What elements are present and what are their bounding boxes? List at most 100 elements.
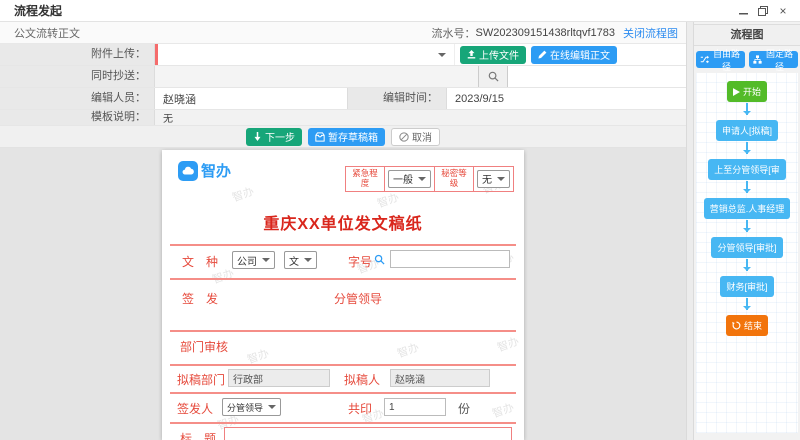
editor-label: 编辑人员： [0, 88, 155, 109]
flow-arrow-down [746, 259, 748, 271]
doc-type-select-2[interactable]: 文 [284, 251, 317, 269]
attachment-row: 附件上传： 上传文件 在线编辑正文 [0, 44, 686, 66]
divider [170, 364, 516, 366]
sign-label: 签 发 [182, 290, 218, 307]
upload-file-button[interactable]: 上传文件 [460, 46, 526, 64]
copies-unit: 份 [458, 400, 470, 417]
pencil-icon [538, 50, 547, 59]
drafter-label: 拟稿人 [344, 371, 380, 388]
flow-node-step-4[interactable]: 分管领导[审批] [711, 237, 782, 258]
section-title: 公文流转正文 [0, 25, 432, 41]
zihao-label: 字号 [348, 253, 372, 270]
online-edit-button[interactable]: 在线编辑正文 [531, 46, 617, 64]
close-flowchart-link[interactable]: 关闭流程图 [623, 25, 678, 41]
flow-node-label: 申请人[拟稿] [722, 124, 772, 137]
draft-dept-input [228, 369, 330, 387]
cancel-icon [399, 132, 409, 142]
flow-arrow-down [746, 142, 748, 154]
divider [170, 244, 516, 246]
window-titlebar: 流程发起 × [0, 0, 800, 22]
flow-node-step-3[interactable]: 营销总监.人事经理 [704, 198, 791, 219]
divider [170, 422, 516, 424]
editor-value: 赵晓涵 [155, 91, 196, 107]
flow-node-label: 上至分管领导[审 [714, 163, 780, 176]
restart-icon [732, 321, 741, 330]
free-path-button[interactable]: 自由路径 [696, 51, 745, 68]
divider [170, 392, 516, 394]
cancel-button[interactable]: 取消 [391, 128, 440, 146]
copies-label: 共印 [348, 400, 372, 417]
secrecy-label: 秘密等级 [438, 169, 470, 189]
chevron-down-icon [497, 177, 505, 181]
attachment-label: 附件上传： [0, 44, 155, 65]
flowchart-panel: 流程图 自由路径 固定路径 开始申请人[拟稿]上至分管领导[审营销总监.人事经理… [694, 22, 800, 440]
chevron-down-icon [262, 258, 270, 262]
panel-splitter[interactable] [686, 22, 694, 440]
sign-leader-label: 分管领导 [334, 290, 382, 307]
upload-icon [467, 50, 476, 59]
serial-value: SW202309151438rltqvf1783 [476, 27, 615, 39]
divider [170, 330, 516, 332]
urgency-label: 紧急程度 [349, 169, 381, 189]
editor-row: 编辑人员： 赵晓涵 编辑时间： 2023/9/15 [0, 88, 686, 110]
secrecy-select[interactable]: 无 [477, 170, 510, 188]
copies-input[interactable] [384, 398, 446, 416]
flow-node-label: 开始 [743, 85, 761, 98]
flow-arrow-down [746, 298, 748, 310]
attachment-select[interactable] [155, 44, 455, 65]
free-path-icon [700, 55, 709, 64]
doc-type-select-1[interactable]: 公司 [232, 251, 275, 269]
main-content: 公文流转正文 流水号： SW202309151438rltqvf1783 关闭流… [0, 22, 686, 440]
document-subheader: 公文流转正文 流水号： SW202309151438rltqvf1783 关闭流… [0, 22, 686, 44]
arrow-down-icon [253, 132, 262, 141]
chevron-down-icon [438, 53, 446, 57]
next-step-button[interactable]: 下一步 [246, 128, 302, 146]
flow-node-step-2[interactable]: 上至分管领导[审 [708, 159, 786, 180]
flow-node-start-0[interactable]: 开始 [727, 81, 767, 102]
issuer-label: 签发人 [177, 400, 213, 417]
zihao-input[interactable] [390, 250, 510, 268]
watermark-text: 智办 [495, 333, 521, 356]
cc-input[interactable] [155, 66, 478, 87]
template-value: 无 [155, 110, 173, 125]
flow-node-step-1[interactable]: 申请人[拟稿] [716, 120, 778, 141]
zihao-search-icon[interactable] [374, 254, 385, 265]
cc-search-button[interactable] [478, 66, 508, 87]
draft-dept-label: 拟稿部门 [177, 371, 225, 388]
minimize-icon[interactable] [734, 3, 752, 19]
action-bar: 下一步 暂存草稿箱 取消 [0, 126, 686, 148]
title-label: 标 题 [180, 430, 216, 440]
cloud-logo-icon [178, 161, 198, 181]
document-area: 智办智办智办智办智办智办智办智办智办智办智办智办 智办 紧急程度 一般 秘密等级… [0, 148, 686, 440]
fixed-path-button[interactable]: 固定路径 [749, 51, 798, 68]
chevron-down-icon [268, 405, 276, 409]
flow-node-label: 营销总监.人事经理 [710, 202, 785, 215]
flow-node-end-6[interactable]: 结束 [726, 315, 768, 336]
draft-box-icon [315, 132, 325, 142]
template-row: 模板说明： 无 [0, 110, 686, 126]
save-draft-button[interactable]: 暂存草稿箱 [308, 128, 385, 146]
divider [170, 278, 516, 280]
drafter-input [390, 369, 490, 387]
flow-node-step-5[interactable]: 财务[审批] [720, 276, 773, 297]
chevron-down-icon [304, 258, 312, 262]
app-logo: 智办 [178, 160, 231, 181]
edit-time-label: 编辑时间： [347, 88, 447, 109]
edit-time-value: 2023/9/15 [447, 93, 504, 105]
document-sheet: 智办智办智办智办智办智办智办智办智办智办智办智办 智办 紧急程度 一般 秘密等级… [162, 150, 524, 440]
issuer-select[interactable]: 分管领导 [222, 398, 281, 416]
document-title: 重庆XX单位发文稿纸 [162, 210, 524, 234]
urgency-select[interactable]: 一般 [388, 170, 431, 188]
watermark-text: 智办 [395, 339, 421, 362]
title-input[interactable] [224, 427, 512, 440]
restore-icon[interactable] [754, 3, 772, 19]
watermark-text: 智办 [375, 189, 401, 212]
search-icon [488, 71, 499, 82]
priority-table: 紧急程度 一般 秘密等级 无 [345, 166, 514, 192]
doc-type-label: 文 种 [182, 253, 218, 270]
cc-row: 同时抄送： [0, 66, 686, 88]
chevron-down-icon [418, 177, 426, 181]
template-label: 模板说明： [0, 110, 155, 125]
close-icon[interactable]: × [774, 3, 792, 19]
watermark-text: 智办 [230, 183, 256, 206]
